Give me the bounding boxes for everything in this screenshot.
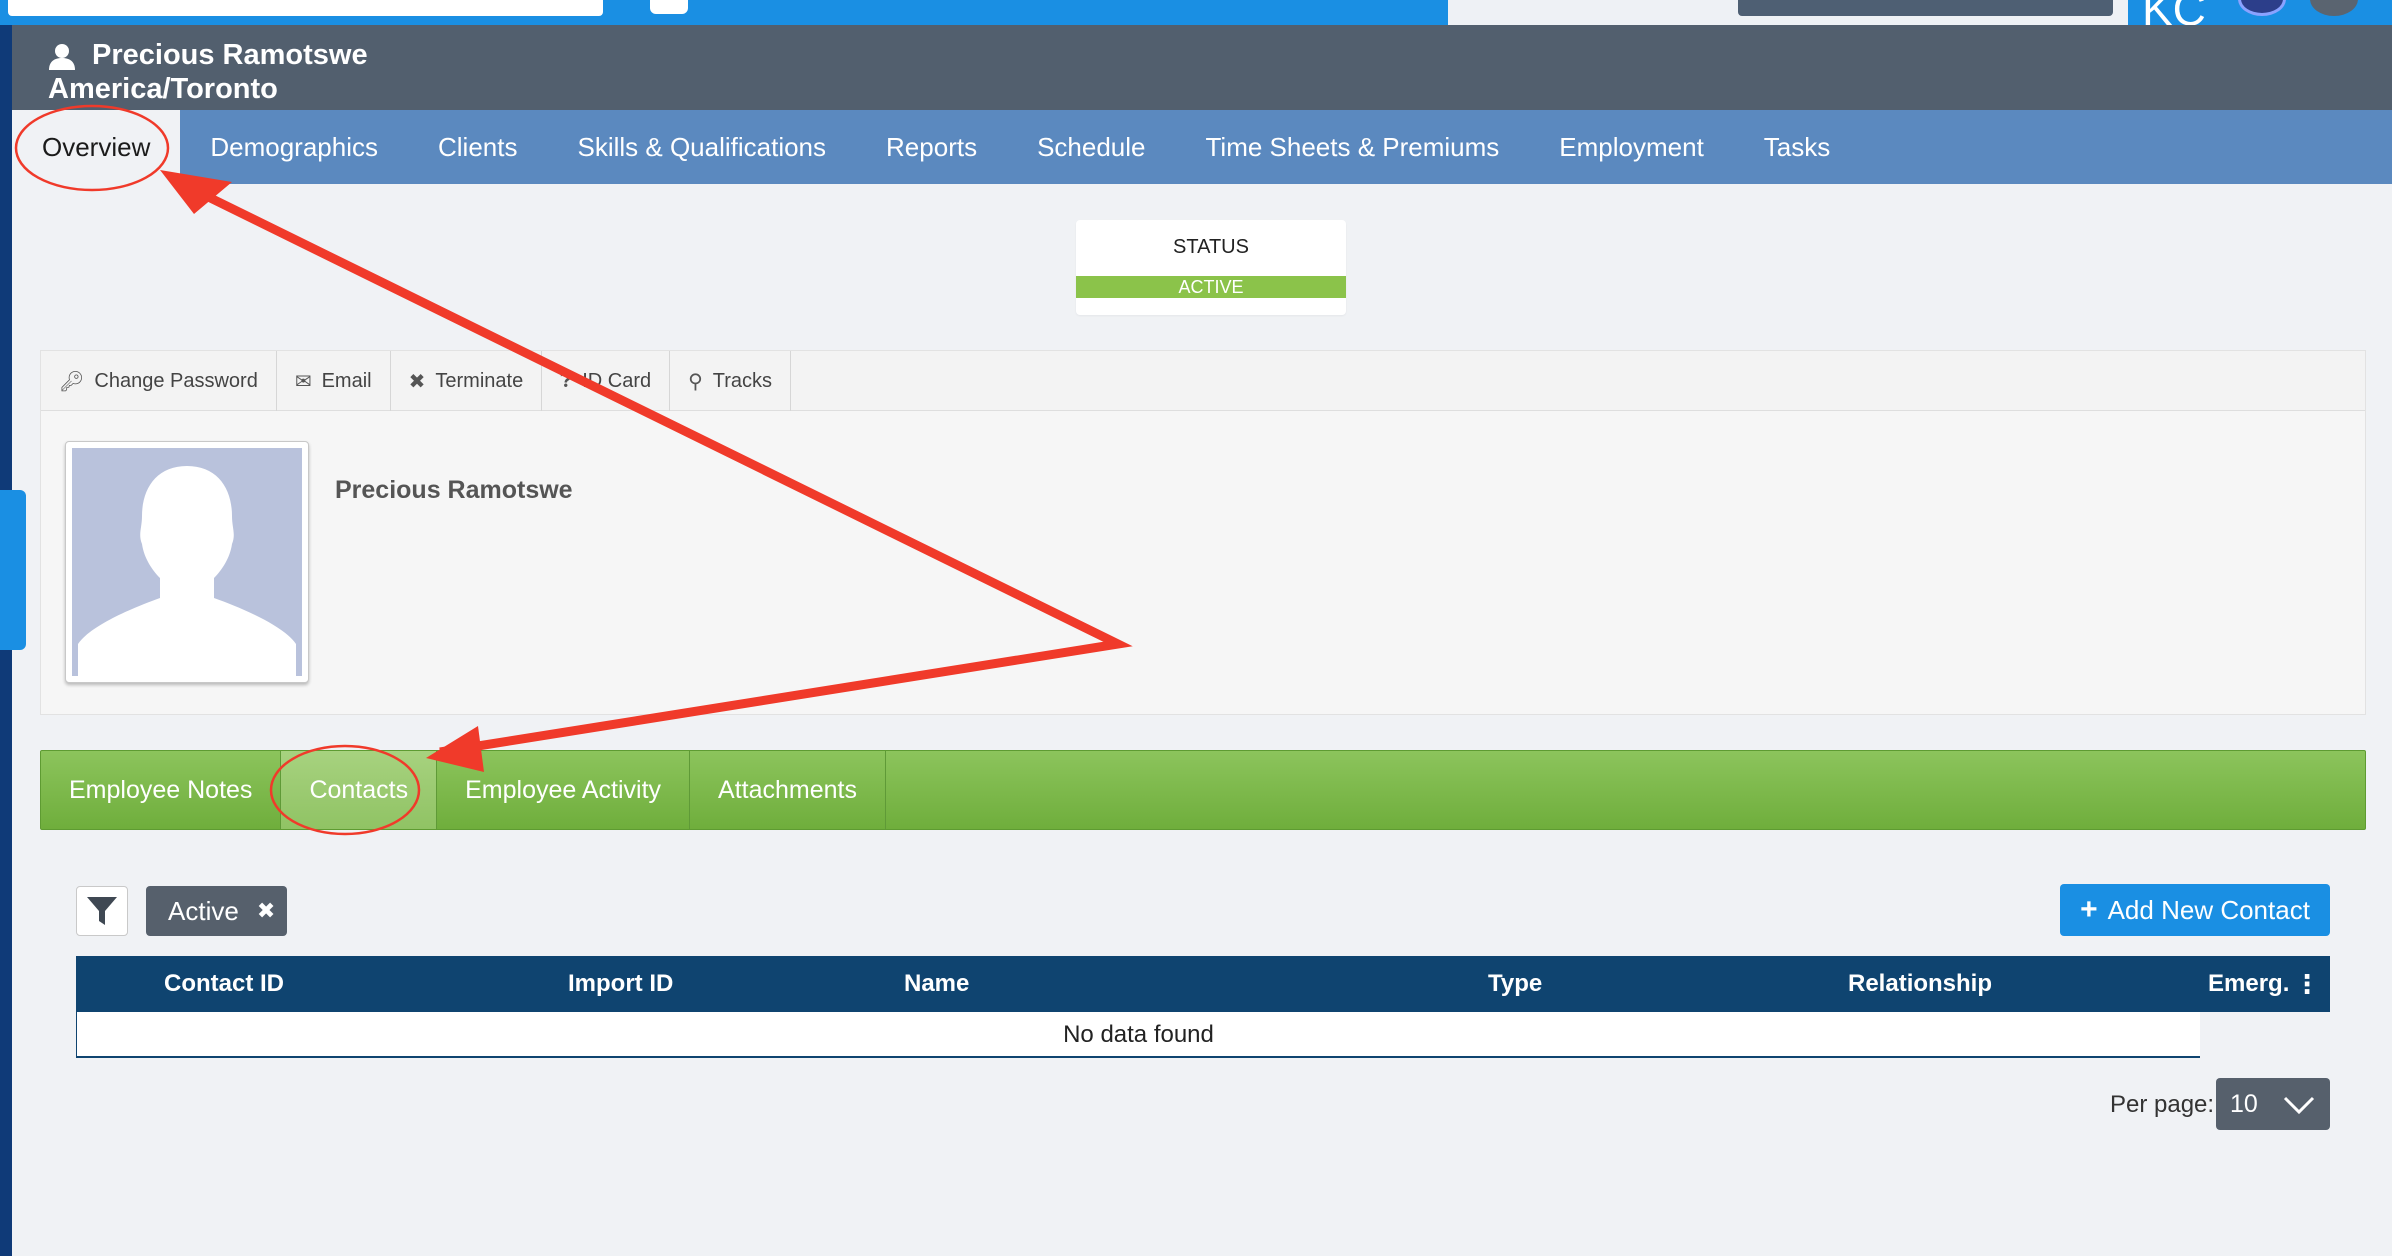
change-password-button[interactable]: 🔑︎ Change Password <box>41 351 277 411</box>
status-badge: ACTIVE <box>1076 276 1346 298</box>
column-relationship[interactable]: Relationship <box>1848 956 1992 1012</box>
top-app-bar: KC <box>0 0 2392 35</box>
tab-employment[interactable]: Employment <box>1529 110 1734 184</box>
user-avatar[interactable] <box>2310 0 2358 16</box>
email-label: Email <box>321 369 372 392</box>
envelope-icon: ✉ <box>294 370 312 393</box>
tab-clients[interactable]: Clients <box>408 110 547 184</box>
question-circle-icon: ❓︎ <box>560 369 573 392</box>
column-contact-id[interactable]: Contact ID <box>164 956 284 1012</box>
tab-attachments[interactable]: Attachments <box>690 751 886 829</box>
empty-row: No data found <box>76 1012 2200 1058</box>
filter-icon <box>87 897 117 925</box>
tab-reports[interactable]: Reports <box>856 110 1007 184</box>
column-name[interactable]: Name <box>904 956 969 1012</box>
filter-button[interactable] <box>76 886 128 936</box>
tracks-label: Tracks <box>712 369 773 392</box>
tab-schedule[interactable]: Schedule <box>1007 110 1175 184</box>
add-new-contact-label: Add New Contact <box>2107 894 2310 925</box>
tab-tasks[interactable]: Tasks <box>1734 110 1860 184</box>
profile-sub-tabs: Employee Notes Contacts Employee Activit… <box>40 750 2366 830</box>
key-icon: 🔑︎ <box>59 370 85 393</box>
add-new-contact-button[interactable]: + Add New Contact <box>2060 884 2330 936</box>
employee-nav: Overview Demographics Clients Skills & Q… <box>12 110 2392 184</box>
tracks-button[interactable]: ⚲ Tracks <box>670 351 792 411</box>
notifications-icon[interactable] <box>2238 0 2286 16</box>
column-emergency[interactable]: Emerg. <box>2208 956 2289 1012</box>
employee-name: Precious Ramotswe <box>92 39 368 71</box>
tab-employee-notes[interactable]: Employee Notes <box>41 751 282 829</box>
profile-name: Precious Ramotswe <box>335 476 573 504</box>
sidebar-edge <box>0 25 26 1256</box>
id-card-label: ID Card <box>582 369 652 392</box>
email-button[interactable]: ✉ Email <box>277 351 391 411</box>
profile-panel: 🔑︎ Change Password ✉ Email ✖ Terminate ❓… <box>40 350 2366 715</box>
terminate-label: Terminate <box>435 369 524 392</box>
terminate-button[interactable]: ✖ Terminate <box>391 351 543 411</box>
active-filter-chip: Active ✖ <box>146 886 288 936</box>
table-header: Contact ID Import ID Name Type Relations… <box>76 956 2330 1012</box>
sidebar-toggle[interactable] <box>0 490 26 650</box>
tab-overview[interactable]: Overview <box>12 110 181 184</box>
close-icon: ✖ <box>408 370 426 393</box>
status-label: STATUS <box>1173 236 1249 258</box>
column-type[interactable]: Type <box>1488 956 1542 1012</box>
profile-photo[interactable] <box>65 441 309 683</box>
column-menu-icon[interactable]: ⋮ <box>2294 956 2320 1012</box>
per-page-label: Per page: <box>2110 1091 2215 1118</box>
per-page-value: 10 <box>2230 1089 2258 1118</box>
top-dropdown[interactable] <box>1738 0 2113 16</box>
status-card: STATUS ACTIVE <box>1076 220 1346 315</box>
per-page-select[interactable]: 10 <box>2216 1078 2330 1130</box>
tab-time-sheets-premiums[interactable]: Time Sheets & Premiums <box>1176 110 1530 184</box>
profile-action-bar: 🔑︎ Change Password ✉ Email ✖ Terminate ❓… <box>41 351 2365 411</box>
contacts-table: Contact ID Import ID Name Type Relations… <box>76 956 2330 1058</box>
user-icon <box>49 44 75 70</box>
plus-icon: + <box>2080 893 2098 926</box>
chevron-down-icon <box>2283 1096 2315 1115</box>
tab-employee-activity[interactable]: Employee Activity <box>437 751 691 829</box>
help-icon[interactable] <box>650 0 688 14</box>
tab-skills-qualifications[interactable]: Skills & Qualifications <box>547 110 856 184</box>
column-import-id[interactable]: Import ID <box>568 956 673 1012</box>
change-password-label: Change Password <box>94 369 258 392</box>
top-right-panel <box>1448 0 2128 25</box>
remove-filter-icon[interactable]: ✖ <box>257 898 275 924</box>
filter-chip-label: Active <box>168 895 239 926</box>
tab-contacts[interactable]: Contacts <box>281 751 438 829</box>
employee-timezone: America/Toronto <box>48 73 278 105</box>
id-card-button[interactable]: ❓︎ ID Card <box>542 351 671 411</box>
tab-demographics[interactable]: Demographics <box>180 110 408 184</box>
map-pin-icon: ⚲ <box>688 370 703 393</box>
silhouette-icon <box>78 466 296 676</box>
employee-header: Precious Ramotswe America/Toronto <box>12 25 2392 110</box>
global-search-input[interactable] <box>8 0 603 16</box>
